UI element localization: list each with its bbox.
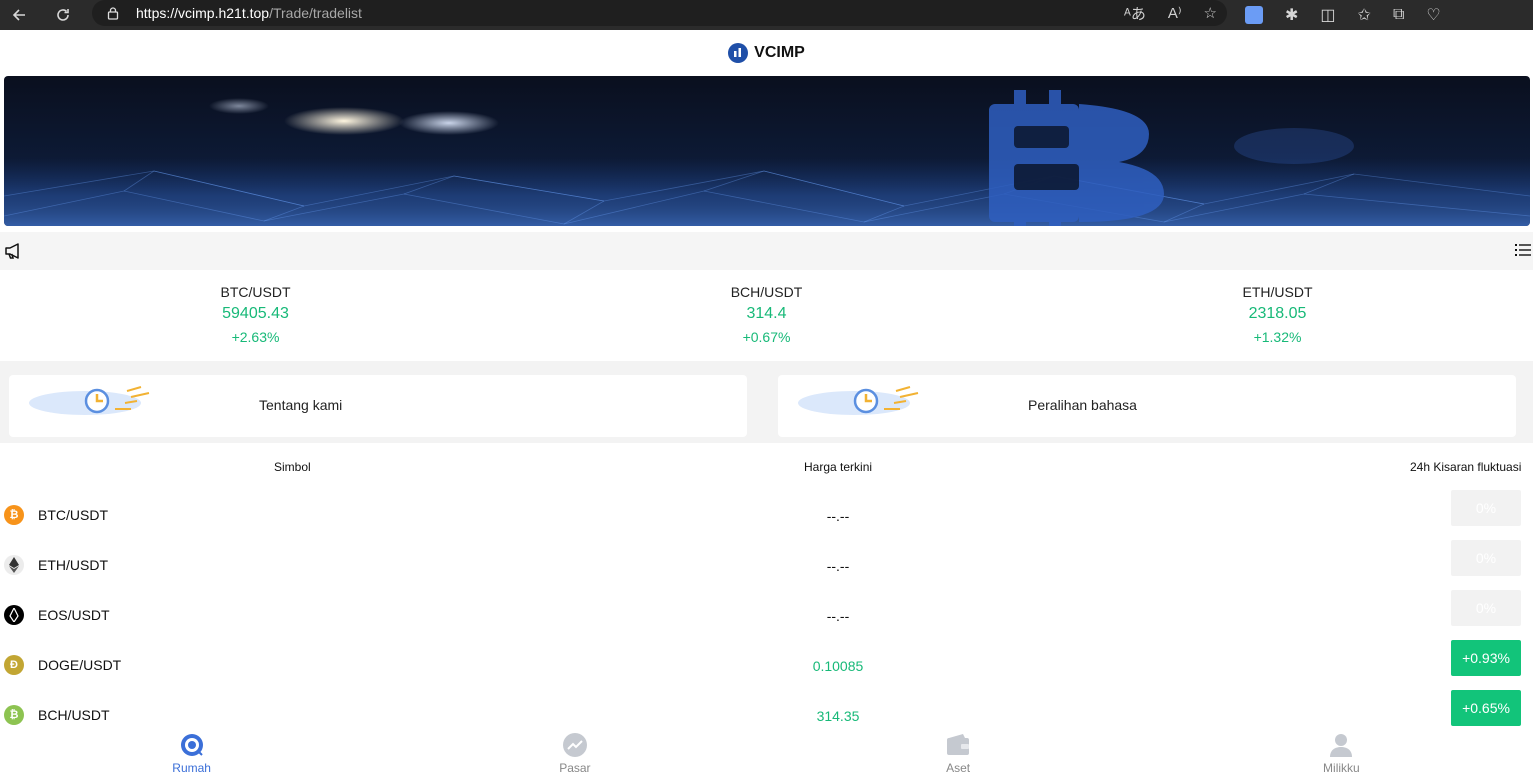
column-header-symbol: Simbol: [274, 460, 311, 474]
url-path: /Trade/tradelist: [269, 5, 362, 21]
browser-toolbar: https://vcimp.h21t.top/Trade/tradelist ᴬ…: [0, 0, 1533, 30]
nav-market-label: Pasar: [559, 761, 591, 775]
ticker-item[interactable]: BCH/USDT 314.4 +0.67%: [511, 270, 1022, 360]
column-header-change: 24h Kisaran fluktuasi: [1410, 460, 1522, 474]
copilot-icon[interactable]: [1245, 6, 1263, 24]
about-us-label: Tentang kami: [259, 397, 343, 413]
about-us-card[interactable]: Tentang kami: [9, 375, 747, 437]
nav-assets[interactable]: Aset: [767, 728, 1150, 784]
nav-home-label: Rumah: [172, 761, 211, 775]
price-ticker: BTC/USDT 59405.43 +2.63% BCH/USDT 314.4 …: [0, 270, 1533, 360]
change-badge: +0.93%: [1451, 640, 1521, 676]
banner-image[interactable]: [4, 76, 1530, 226]
row-price: --.--: [826, 508, 850, 524]
table-row[interactable]: EOS/USDT --.-- 0%: [0, 590, 1533, 640]
read-aloud-icon[interactable]: A⁾: [1168, 4, 1182, 22]
eos-icon: [4, 605, 24, 625]
bch-icon: ₿: [4, 705, 24, 725]
doge-icon: Ð: [4, 655, 24, 675]
wallet-icon: [947, 734, 970, 755]
refresh-icon[interactable]: [48, 0, 78, 30]
ticker-price: 59405.43: [222, 305, 289, 322]
change-badge: 0%: [1451, 590, 1521, 626]
browser-essentials-icon[interactable]: ♡: [1426, 5, 1440, 25]
list-icon[interactable]: [1515, 242, 1531, 258]
favorite-star-icon[interactable]: ☆: [1204, 4, 1217, 22]
nav-home[interactable]: Rumah: [0, 728, 383, 784]
btc-icon: ₿: [4, 505, 24, 525]
table-row[interactable]: Ð DOGE/USDT 0.10085 +0.93%: [0, 640, 1533, 690]
nav-market[interactable]: Pasar: [383, 728, 766, 784]
back-icon[interactable]: [4, 0, 34, 30]
nav-profile-label: Milikku: [1323, 761, 1360, 775]
ticker-change: +2.63%: [231, 329, 280, 345]
eth-icon: [4, 555, 24, 575]
row-symbol: BCH/USDT: [38, 707, 110, 723]
ticker-change: +0.67%: [742, 329, 791, 345]
market-chart-icon: [562, 733, 587, 757]
row-price: --.--: [826, 558, 850, 574]
row-price: 0.10085: [812, 658, 864, 674]
nav-assets-label: Aset: [946, 761, 971, 775]
ticker-change: +1.32%: [1253, 329, 1302, 345]
url-host: https://vcimp.h21t.top: [136, 5, 270, 21]
clock-illustration-icon: [798, 386, 919, 415]
user-icon: [1330, 734, 1353, 757]
translate-icon[interactable]: ᴬあ: [1124, 3, 1146, 24]
home-compass-icon: [180, 734, 203, 756]
column-header-price: Harga terkini: [804, 460, 873, 474]
bottom-nav: Rumah Pasar Aset Milikku: [0, 728, 1533, 784]
row-price: 314.35: [816, 708, 860, 724]
table-row[interactable]: ETH/USDT --.-- 0%: [0, 540, 1533, 590]
row-price: --.--: [826, 608, 850, 624]
extensions-icon[interactable]: ✱: [1285, 5, 1298, 25]
change-badge: 0%: [1451, 490, 1521, 526]
ticker-pair: BTC/USDT: [220, 284, 291, 300]
logo-icon: [728, 42, 749, 63]
ticker-pair: ETH/USDT: [1242, 284, 1313, 300]
table-row[interactable]: ₿ BTC/USDT --.-- 0%: [0, 490, 1533, 540]
app-header: VCIMP: [0, 30, 1533, 75]
row-symbol: EOS/USDT: [38, 607, 110, 623]
row-symbol: DOGE/USDT: [38, 657, 122, 673]
ticker-item[interactable]: ETH/USDT 2318.05 +1.32%: [1022, 270, 1533, 360]
favorites-icon[interactable]: ✩: [1358, 5, 1371, 25]
row-symbol: BTC/USDT: [38, 507, 108, 523]
change-badge: +0.65%: [1451, 690, 1521, 726]
address-bar[interactable]: https://vcimp.h21t.top/Trade/tradelist ᴬ…: [92, 0, 1227, 26]
clock-illustration-icon: [29, 386, 150, 415]
lock-icon: [107, 7, 119, 20]
app-title: VCIMP: [754, 43, 805, 61]
row-symbol: ETH/USDT: [38, 557, 108, 573]
language-switch-label: Peralihan bahasa: [1028, 397, 1137, 413]
language-switch-card[interactable]: Peralihan bahasa: [778, 375, 1516, 437]
ticker-price: 2318.05: [1248, 305, 1307, 322]
ticker-item[interactable]: BTC/USDT 59405.43 +2.63%: [0, 270, 511, 360]
collections-icon[interactable]: ⧉: [1393, 6, 1404, 24]
change-badge: 0%: [1451, 540, 1521, 576]
ticker-price: 314.4: [746, 305, 787, 322]
notice-bar: [0, 232, 1533, 270]
split-screen-icon[interactable]: ◫: [1320, 5, 1335, 25]
quick-links: Tentang kami Peralihan bahasa: [0, 361, 1533, 443]
nav-profile[interactable]: Milikku: [1150, 728, 1533, 784]
ticker-pair: BCH/USDT: [730, 284, 803, 300]
megaphone-icon: [5, 243, 19, 259]
